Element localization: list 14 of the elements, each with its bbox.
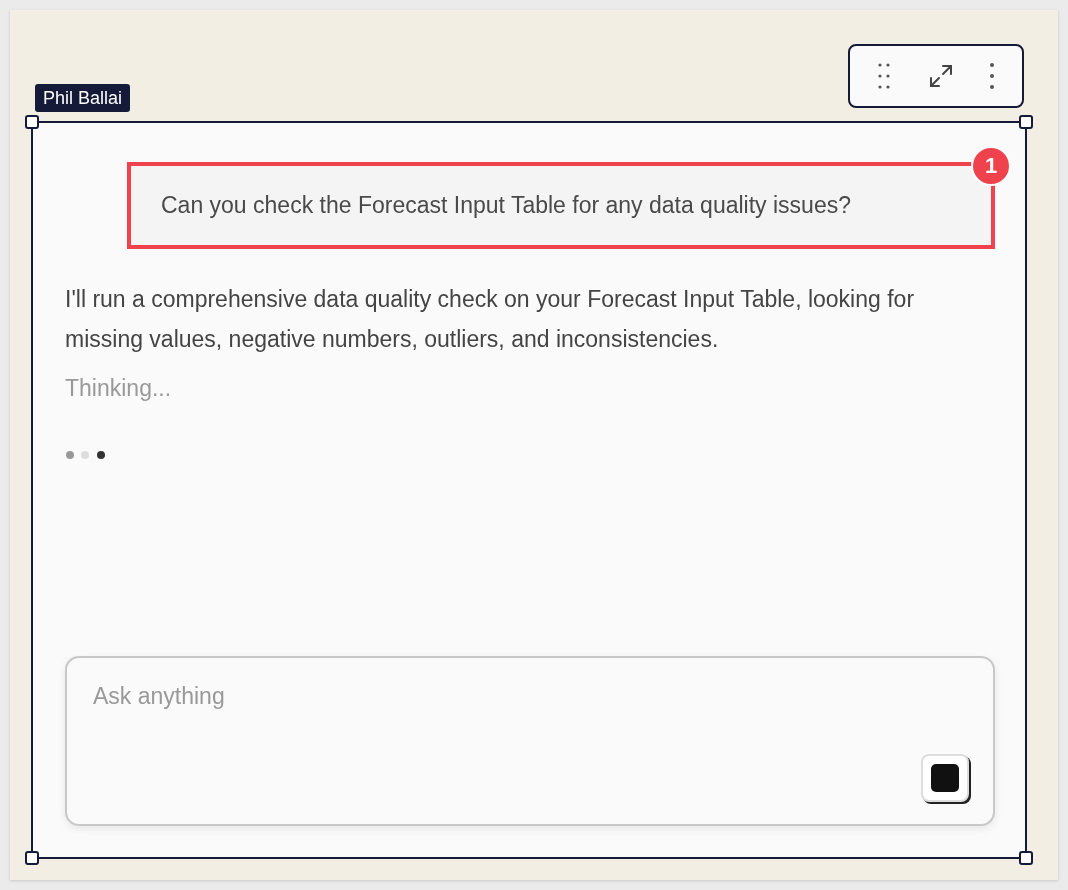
expand-icon[interactable] bbox=[928, 63, 954, 89]
annotation-badge: 1 bbox=[971, 146, 1011, 186]
status-text: Thinking... bbox=[65, 375, 173, 402]
stop-button[interactable] bbox=[921, 754, 969, 802]
resize-handle[interactable] bbox=[25, 115, 39, 129]
typing-indicator-icon bbox=[65, 450, 107, 460]
resize-handle[interactable] bbox=[1019, 115, 1033, 129]
resize-handle[interactable] bbox=[1019, 851, 1033, 865]
message-text: Can you check the Forecast Input Table for any data quality issues? bbox=[161, 192, 851, 218]
resize-handle[interactable] bbox=[25, 851, 39, 865]
more-icon[interactable] bbox=[988, 61, 996, 91]
assistant-message: I'll run a comprehensive data quality check on your Forecast Input Table, looking for missing values, negative numbers, outliers, and inconsistencies. bbox=[65, 285, 916, 354]
owner-tag: Phil Ballai bbox=[35, 84, 131, 112]
input-field[interactable]: Ask anything bbox=[91, 682, 973, 711]
